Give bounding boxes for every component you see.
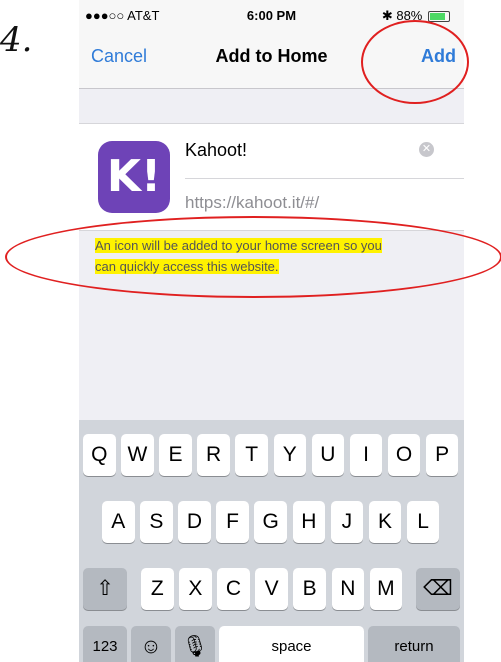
key-w[interactable]: W — [121, 434, 154, 476]
key-g[interactable]: G — [254, 501, 287, 543]
key-j[interactable]: J — [330, 501, 364, 543]
microphone-key[interactable]: 🎙 — [175, 626, 215, 662]
key-s[interactable]: S — [140, 501, 173, 543]
key-y[interactable]: Y — [273, 434, 307, 476]
keyboard: QWERTYUIOP ASDFGHJKL ZXCVBNM ⇧ ⌫ 123 ☺ 🎙… — [79, 420, 464, 662]
return-key[interactable]: return — [368, 626, 460, 662]
bluetooth-icon: ✱ — [381, 8, 393, 23]
emoji-key[interactable]: ☺ — [131, 626, 171, 662]
key-a[interactable]: A — [102, 501, 135, 543]
key-c[interactable]: C — [217, 568, 250, 610]
key-f[interactable]: F — [216, 501, 249, 543]
key-v[interactable]: V — [255, 568, 288, 610]
key-q[interactable]: Q — [83, 434, 116, 476]
key-e[interactable]: E — [159, 434, 192, 476]
key-t[interactable]: T — [235, 434, 268, 476]
clear-text-icon[interactable]: ✕ — [419, 142, 434, 157]
key-h[interactable]: H — [292, 501, 326, 543]
kahoot-app-icon: K! — [98, 141, 170, 213]
shift-key[interactable]: ⇧ — [83, 568, 127, 610]
key-d[interactable]: D — [178, 501, 211, 543]
key-o[interactable]: O — [387, 434, 421, 476]
key-i[interactable]: I — [349, 434, 383, 476]
key-m[interactable]: M — [369, 568, 403, 610]
add-button-highlight-circle — [361, 20, 469, 104]
battery-icon — [428, 11, 450, 23]
key-u[interactable]: U — [311, 434, 345, 476]
key-n[interactable]: N — [331, 568, 365, 610]
key-p[interactable]: P — [425, 434, 459, 476]
space-key[interactable]: space — [219, 626, 364, 662]
numbers-key[interactable]: 123 — [83, 626, 127, 662]
key-r[interactable]: R — [197, 434, 230, 476]
key-k[interactable]: K — [368, 501, 402, 543]
delete-key[interactable]: ⌫ — [416, 568, 460, 610]
key-z[interactable]: Z — [141, 568, 174, 610]
bookmark-card: K! Kahoot! ✕ https://kahoot.it/#/ — [79, 123, 464, 231]
bookmark-url: https://kahoot.it/#/ — [185, 193, 320, 212]
key-l[interactable]: L — [406, 501, 440, 543]
info-text-highlight-circle — [5, 216, 501, 298]
bookmark-name-input[interactable]: Kahoot! — [185, 140, 247, 161]
key-b[interactable]: B — [293, 568, 326, 610]
divider — [185, 178, 464, 179]
key-x[interactable]: X — [179, 568, 212, 610]
step-number-annotation: 4. — [0, 20, 33, 60]
